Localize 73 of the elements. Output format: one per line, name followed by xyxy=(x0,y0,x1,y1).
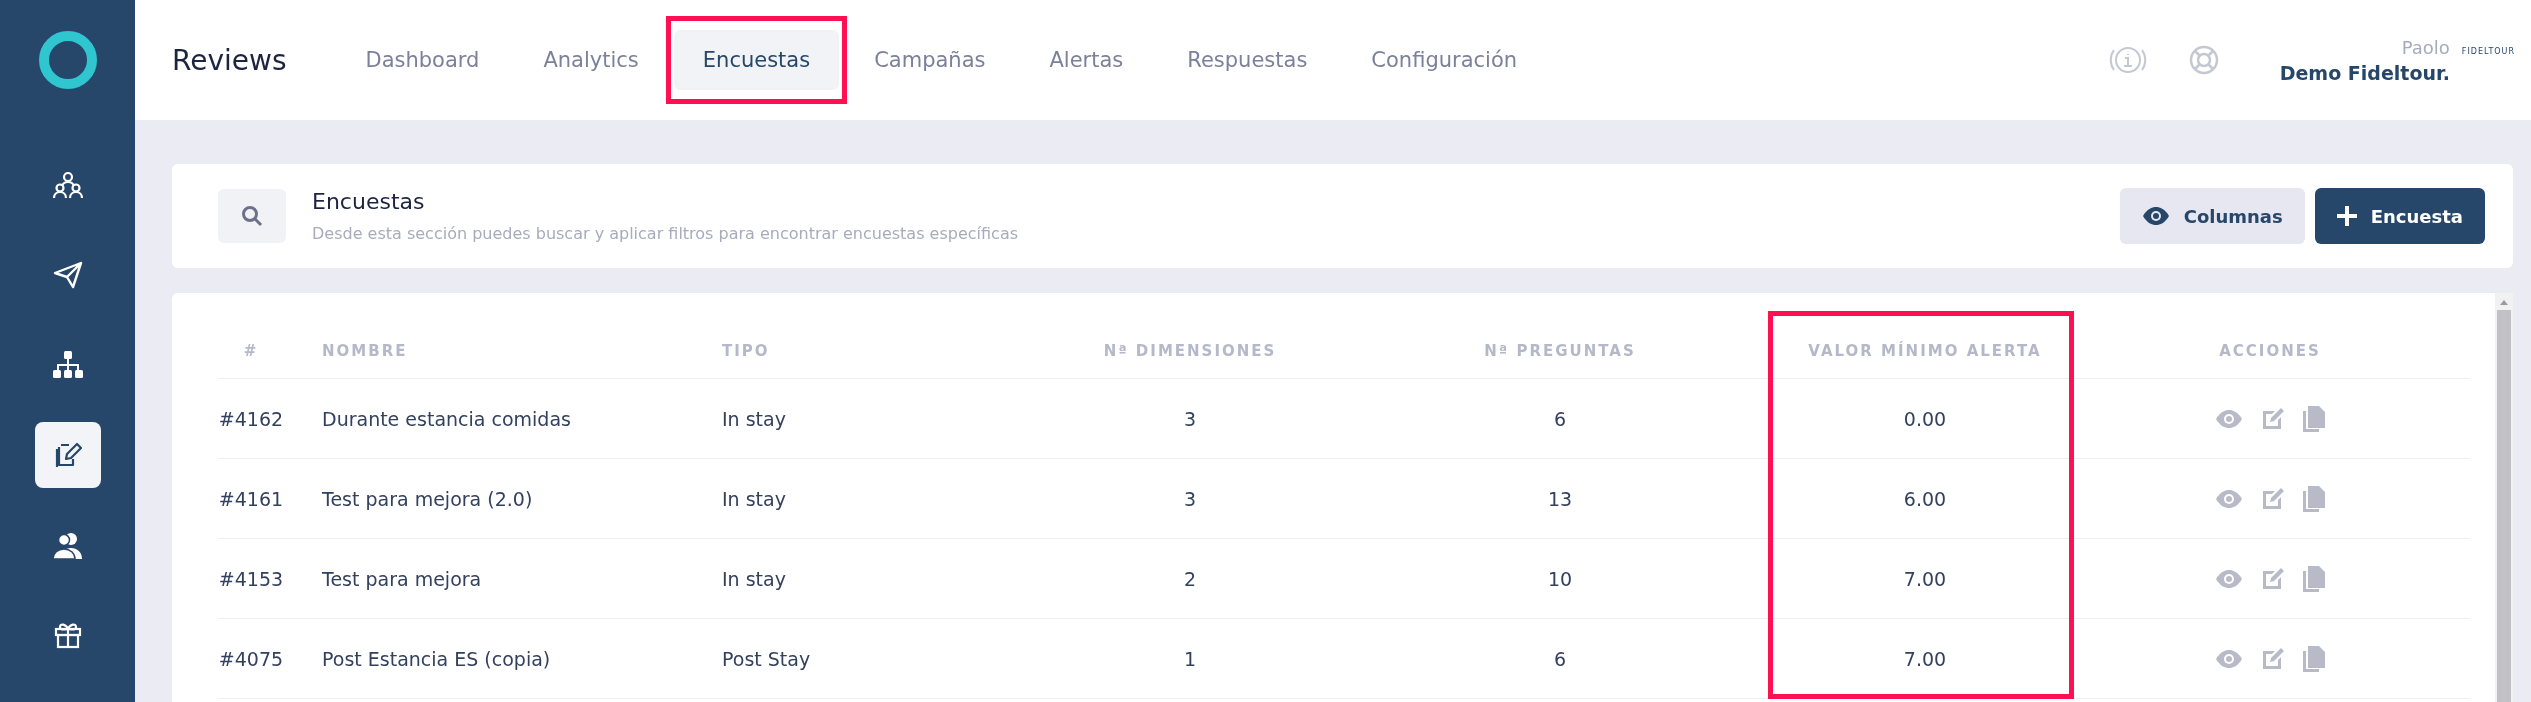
table-cell: Durante estancia comidas xyxy=(284,379,684,459)
table-cell: In stay xyxy=(684,539,1040,619)
view-button[interactable] xyxy=(2215,409,2243,428)
nav-tab[interactable]: Respuestas xyxy=(1158,30,1337,90)
nav-tab[interactable]: Campañas xyxy=(845,30,1015,90)
sidebar-item[interactable] xyxy=(34,422,101,488)
table-cell: Test para mejora (2.0) xyxy=(284,459,684,539)
column-header: TIPO xyxy=(684,323,1040,379)
view-button[interactable] xyxy=(2215,569,2243,588)
eye-icon xyxy=(2141,207,2170,225)
search-button[interactable] xyxy=(218,189,286,243)
nav-tab[interactable]: Analytics xyxy=(514,30,668,90)
table-cell: 7.00 xyxy=(1780,539,2070,619)
edit-button[interactable] xyxy=(2261,646,2285,671)
column-header: Nª PREGUNTAS xyxy=(1340,323,1780,379)
account-name: Demo Fideltour. xyxy=(2279,61,2450,84)
table-cell: 0.00 xyxy=(1780,379,2070,459)
copy-button[interactable] xyxy=(2303,405,2325,432)
nav-tab[interactable]: Dashboard xyxy=(336,30,509,90)
view-button[interactable] xyxy=(2215,649,2243,668)
table-cell: 6.00 xyxy=(1780,459,2070,539)
lifebuoy-icon[interactable] xyxy=(2187,44,2220,76)
app-title: Reviews xyxy=(172,43,287,77)
view-button[interactable] xyxy=(2215,489,2243,508)
section-title: Encuestas xyxy=(312,189,426,214)
table-cell: In stay xyxy=(684,459,1040,539)
paper-plane-icon xyxy=(52,261,83,289)
copy-button[interactable] xyxy=(2303,565,2325,592)
table-cell: 6 xyxy=(1340,379,1780,459)
edit-button[interactable] xyxy=(2261,406,2285,431)
nav-tab[interactable]: Configuración xyxy=(1342,30,1547,90)
table-cell: 10 xyxy=(1340,539,1780,619)
user-name: Paolo xyxy=(2401,36,2450,58)
column-header: VALOR MÍNIMO ALERTA xyxy=(1780,323,2070,379)
table-cell: Post Stay xyxy=(684,619,1040,699)
edit-button[interactable] xyxy=(2261,486,2285,511)
plus-icon xyxy=(2336,206,2357,226)
people-icon xyxy=(52,171,83,199)
brand-logo: FIDELTOUR xyxy=(2461,46,2515,56)
edit-button[interactable] xyxy=(2261,566,2285,591)
table-cell: Test para mejora xyxy=(284,539,684,619)
column-header: ACCIONES xyxy=(2070,323,2470,379)
search-icon xyxy=(241,205,263,227)
users-icon xyxy=(51,531,84,559)
column-header: NOMBRE xyxy=(284,323,684,379)
column-header: # xyxy=(218,323,284,379)
table-cell: #4161 xyxy=(218,459,284,539)
gift-icon xyxy=(53,621,82,649)
table-cell: 6 xyxy=(1340,619,1780,699)
table-cell: In stay xyxy=(684,379,1040,459)
nav-tab[interactable]: Alertas xyxy=(1020,30,1153,90)
table-cell: #4162 xyxy=(218,379,284,459)
table-cell: 3 xyxy=(1040,459,1340,539)
new-survey-button[interactable]: Encuesta xyxy=(2314,188,2485,244)
hierarchy-icon xyxy=(51,351,84,379)
scrollbar[interactable] xyxy=(2495,293,2513,702)
table-cell: 1 xyxy=(1040,619,1340,699)
section-subtitle: Desde esta sección puedes buscar y aplicar filtros para encontrar encuestas específicas xyxy=(312,224,1019,243)
edit-document-icon xyxy=(53,441,82,469)
table-cell: 2 xyxy=(1040,539,1340,619)
copy-button[interactable] xyxy=(2303,645,2325,672)
column-header: Nª DIMENSIONES xyxy=(1040,323,1340,379)
nav-tab[interactable]: Encuestas xyxy=(673,30,840,90)
copy-button[interactable] xyxy=(2303,485,2325,512)
columns-button[interactable]: Columnas xyxy=(2119,188,2305,244)
table-cell: Post Estancia ES (copia) xyxy=(284,619,684,699)
scroll-up-icon[interactable] xyxy=(2499,298,2509,306)
table-cell: #4153 xyxy=(218,539,284,619)
table-cell: 13 xyxy=(1340,459,1780,539)
ring-logo-icon[interactable] xyxy=(37,30,98,90)
table-cell: #4075 xyxy=(218,619,284,699)
table-cell: 7.00 xyxy=(1780,619,2070,699)
table-cell: 3 xyxy=(1040,379,1340,459)
